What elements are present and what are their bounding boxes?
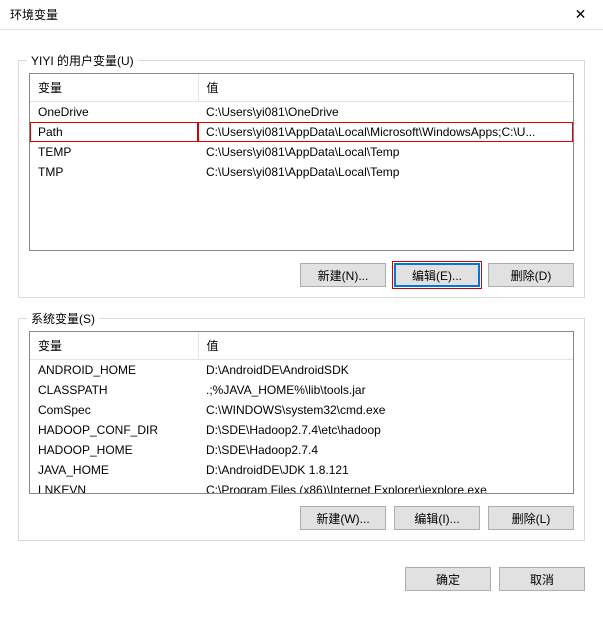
user-delete-button[interactable]: 删除(D) — [488, 263, 574, 287]
var-name-cell: CLASSPATH — [30, 380, 198, 400]
var-name-cell: HADOOP_HOME — [30, 440, 198, 460]
system-vars-table: 变量 值 ANDROID_HOMED:\AndroidDE\AndroidSDK… — [30, 332, 573, 494]
system-header-name[interactable]: 变量 — [30, 332, 198, 360]
var-name-cell: ANDROID_HOME — [30, 360, 198, 381]
var-value-cell: D:\AndroidDE\AndroidSDK — [198, 360, 573, 381]
user-header-value[interactable]: 值 — [198, 74, 573, 102]
var-value-cell: D:\SDE\Hadoop2.7.4 — [198, 440, 573, 460]
var-value-cell: C:\Users\yi081\OneDrive — [198, 102, 573, 123]
var-value-cell: C:\WINDOWS\system32\cmd.exe — [198, 400, 573, 420]
system-new-button[interactable]: 新建(W)... — [300, 506, 386, 530]
table-row[interactable]: JAVA_HOMED:\AndroidDE\JDK 1.8.121 — [30, 460, 573, 480]
var-value-cell: C:\Users\yi081\AppData\Local\Microsoft\W… — [198, 122, 573, 142]
var-name-cell: OneDrive — [30, 102, 198, 123]
system-delete-button[interactable]: 删除(L) — [488, 506, 574, 530]
var-name-cell: JAVA_HOME — [30, 460, 198, 480]
user-vars-group: YIYI 的用户变量(U) 变量 值 OneDriveC:\Users\yi08… — [18, 60, 585, 298]
table-row[interactable]: ComSpecC:\WINDOWS\system32\cmd.exe — [30, 400, 573, 420]
var-value-cell: C:\Program Files (x86)\Internet Explorer… — [198, 480, 573, 494]
var-name-cell: Path — [30, 122, 198, 142]
system-vars-group: 系统变量(S) 变量 值 ANDROID_HOMED:\AndroidDE\An… — [18, 318, 585, 541]
user-new-button[interactable]: 新建(N)... — [300, 263, 386, 287]
user-header-name[interactable]: 变量 — [30, 74, 198, 102]
ok-button[interactable]: 确定 — [405, 567, 491, 591]
var-name-cell: TEMP — [30, 142, 198, 162]
system-vars-table-wrap[interactable]: 变量 值 ANDROID_HOMED:\AndroidDE\AndroidSDK… — [29, 331, 574, 494]
dialog-footer: 确定 取消 — [0, 553, 603, 591]
system-header-value[interactable]: 值 — [198, 332, 573, 360]
var-name-cell: TMP — [30, 162, 198, 182]
window-title: 环境变量 — [10, 6, 58, 23]
user-vars-table: 变量 值 OneDriveC:\Users\yi081\OneDrivePath… — [30, 74, 573, 182]
user-edit-button[interactable]: 编辑(E)... — [394, 263, 480, 287]
system-edit-button[interactable]: 编辑(I)... — [394, 506, 480, 530]
close-icon[interactable]: ✕ — [558, 0, 603, 30]
var-value-cell: D:\AndroidDE\JDK 1.8.121 — [198, 460, 573, 480]
var-value-cell: D:\SDE\Hadoop2.7.4\etc\hadoop — [198, 420, 573, 440]
var-name-cell: ComSpec — [30, 400, 198, 420]
system-vars-buttons: 新建(W)... 编辑(I)... 删除(L) — [29, 506, 574, 530]
var-value-cell: .;%JAVA_HOME%\lib\tools.jar — [198, 380, 573, 400]
table-row[interactable]: CLASSPATH.;%JAVA_HOME%\lib\tools.jar — [30, 380, 573, 400]
table-row[interactable]: OneDriveC:\Users\yi081\OneDrive — [30, 102, 573, 123]
table-row[interactable]: TMPC:\Users\yi081\AppData\Local\Temp — [30, 162, 573, 182]
table-row[interactable]: LNKEVNC:\Program Files (x86)\Internet Ex… — [30, 480, 573, 494]
var-value-cell: C:\Users\yi081\AppData\Local\Temp — [198, 162, 573, 182]
table-row[interactable]: ANDROID_HOMED:\AndroidDE\AndroidSDK — [30, 360, 573, 381]
table-row[interactable]: HADOOP_HOMED:\SDE\Hadoop2.7.4 — [30, 440, 573, 460]
titlebar: 环境变量 ✕ — [0, 0, 603, 30]
user-vars-buttons: 新建(N)... 编辑(E)... 删除(D) — [29, 263, 574, 287]
dialog-content: YIYI 的用户变量(U) 变量 值 OneDriveC:\Users\yi08… — [0, 30, 603, 553]
var-name-cell: LNKEVN — [30, 480, 198, 494]
table-row[interactable]: TEMPC:\Users\yi081\AppData\Local\Temp — [30, 142, 573, 162]
user-vars-group-label: YIYI 的用户变量(U) — [27, 52, 138, 69]
system-vars-group-label: 系统变量(S) — [27, 310, 99, 327]
user-vars-table-wrap[interactable]: 变量 值 OneDriveC:\Users\yi081\OneDrivePath… — [29, 73, 574, 251]
cancel-button[interactable]: 取消 — [499, 567, 585, 591]
table-row[interactable]: HADOOP_CONF_DIRD:\SDE\Hadoop2.7.4\etc\ha… — [30, 420, 573, 440]
var-value-cell: C:\Users\yi081\AppData\Local\Temp — [198, 142, 573, 162]
table-row[interactable]: PathC:\Users\yi081\AppData\Local\Microso… — [30, 122, 573, 142]
var-name-cell: HADOOP_CONF_DIR — [30, 420, 198, 440]
